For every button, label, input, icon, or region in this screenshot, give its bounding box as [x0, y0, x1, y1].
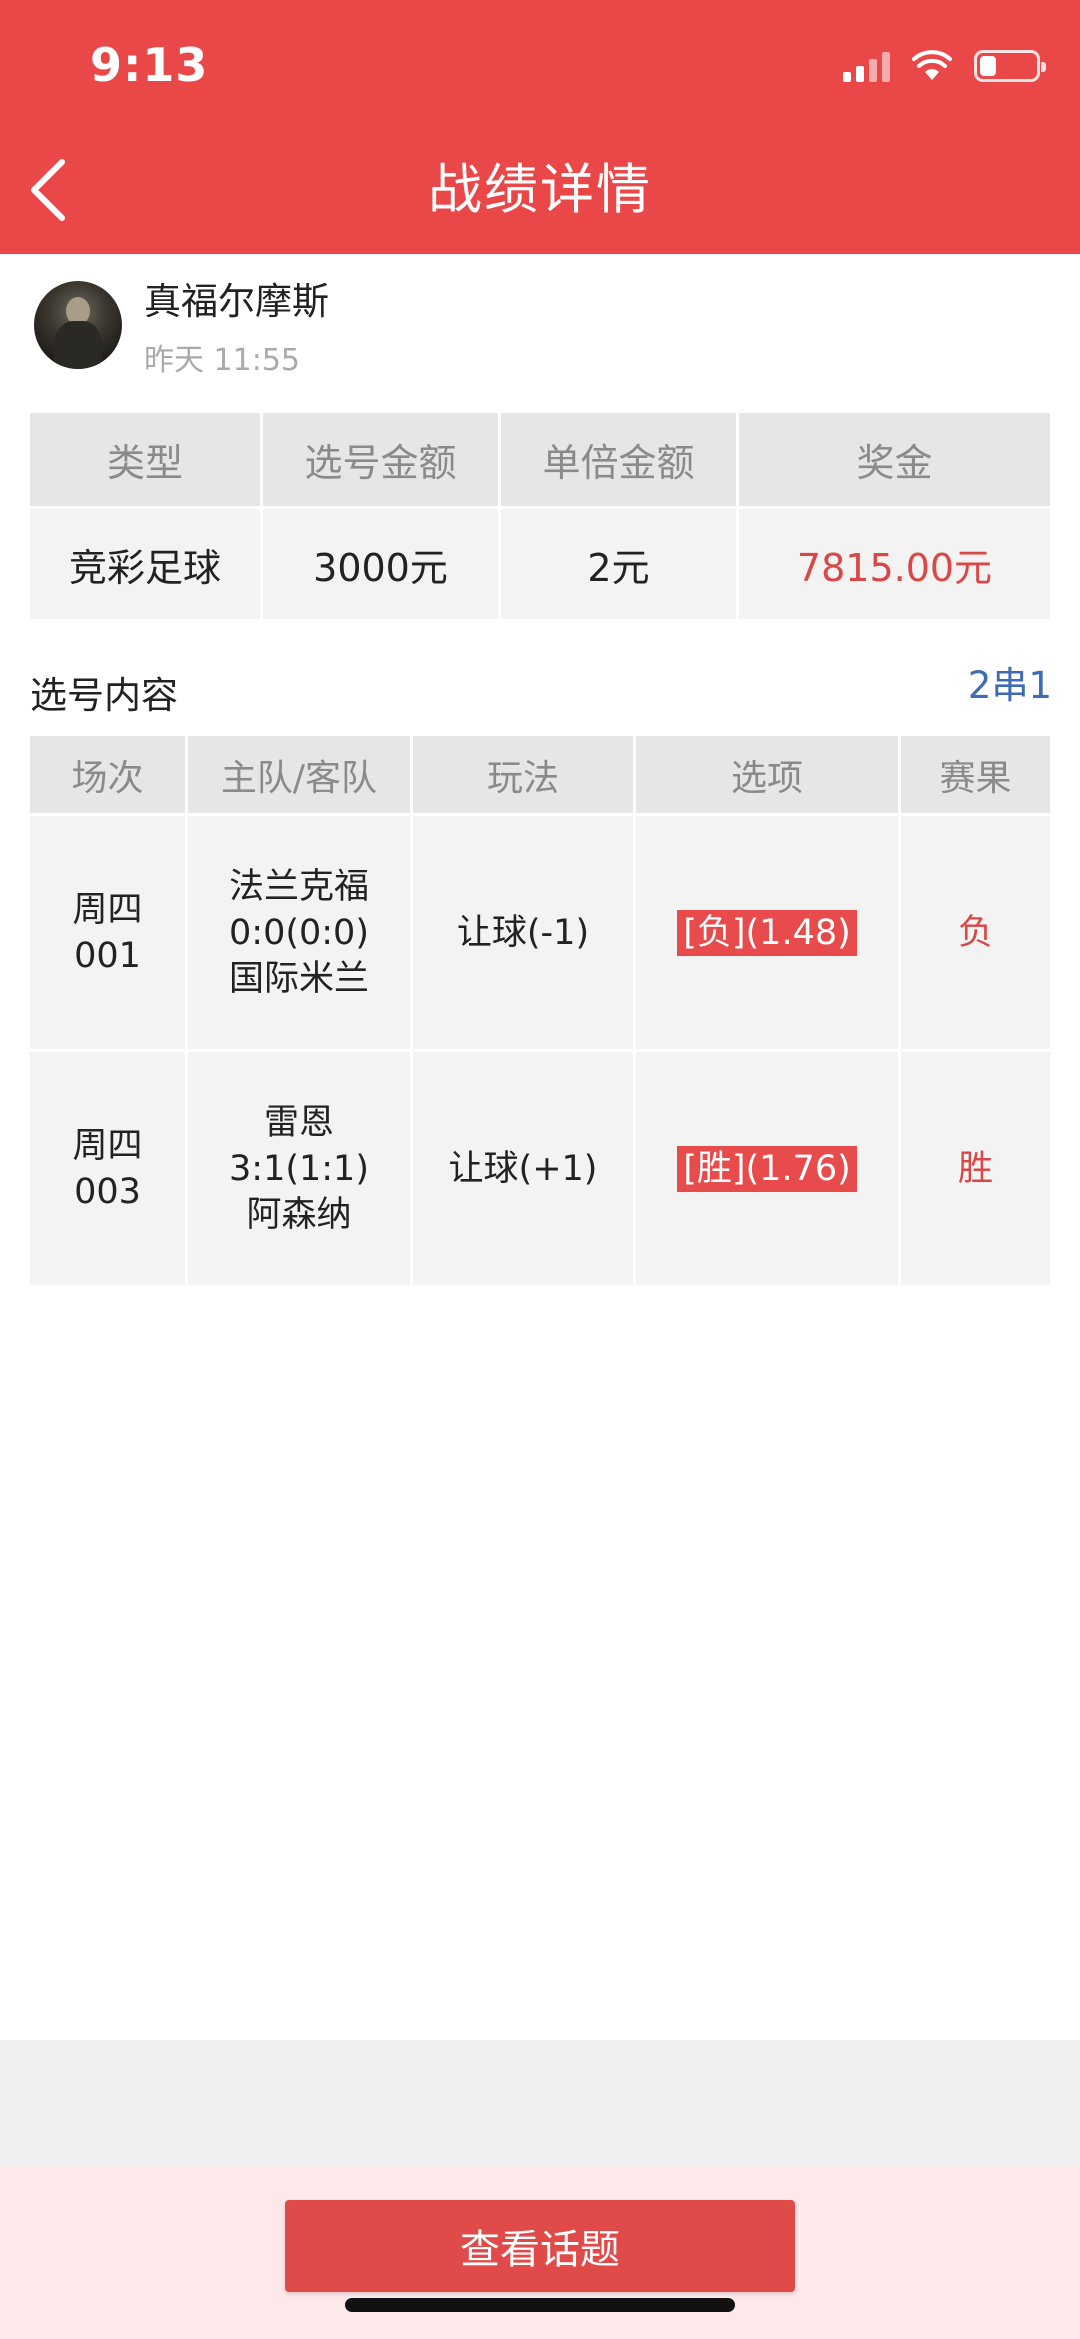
user-info: 真福尔摩斯 昨天 11:55	[34, 280, 329, 378]
series-badge: 2串1	[967, 664, 1052, 707]
value-prize: 7815.00元	[739, 509, 1050, 619]
table-row: 周四 001 法兰克福 0:0(0:0) 国际米兰 让球(-1) [负](1.4…	[30, 816, 1050, 1049]
header-amount: 选号金额	[263, 413, 498, 506]
header-prize: 奖金	[739, 413, 1050, 506]
user-name: 真福尔摩斯	[144, 280, 329, 323]
header-type: 类型	[30, 413, 260, 506]
status-time: 9:13	[90, 38, 209, 92]
match-cell: 周四 003	[30, 1052, 185, 1285]
bottom-gray-band	[0, 2040, 1080, 2165]
score: 0:0(0:0)	[229, 912, 369, 953]
status-icons	[843, 46, 1046, 86]
play-cell: 让球(-1)	[413, 816, 633, 1049]
result-cell: 胜	[901, 1052, 1050, 1285]
battery-icon	[974, 50, 1046, 82]
post-time: 昨天 11:55	[144, 343, 300, 378]
match-day: 周四	[72, 889, 143, 930]
value-amount: 3000元	[263, 509, 498, 619]
page-title: 战绩详情	[428, 158, 652, 221]
selection-header-row: 场次 主队/客队 玩法 选项 赛果	[30, 736, 1050, 813]
home-team: 法兰克福	[228, 866, 369, 907]
teams-cell: 雷恩 3:1(1:1) 阿森纳	[188, 1052, 410, 1285]
header-play: 玩法	[413, 736, 633, 813]
value-type: 竞彩足球	[30, 509, 260, 619]
pick-highlight: [负](1.48)	[677, 909, 857, 956]
summary-table: 类型 选号金额 单倍金额 奖金 竞彩足球 3000元 2元 7815.00元	[27, 410, 1053, 622]
app-header: 9:13 战绩详情	[0, 0, 1080, 254]
view-topic-button[interactable]: 查看话题	[285, 2200, 795, 2292]
match-day: 周四	[72, 1125, 143, 1166]
pick-cell: [负](1.48)	[636, 816, 898, 1049]
section-title: 选号内容	[30, 674, 178, 717]
result-cell: 负	[901, 816, 1050, 1049]
away-team: 国际米兰	[228, 958, 369, 999]
teams-cell: 法兰克福 0:0(0:0) 国际米兰	[188, 816, 410, 1049]
table-row: 周四 003 雷恩 3:1(1:1) 阿森纳 让球(+1) [胜](1.76) …	[30, 1052, 1050, 1285]
away-team: 阿森纳	[246, 1194, 352, 1235]
header-teams: 主队/客队	[188, 736, 410, 813]
pick-highlight: [胜](1.76)	[677, 1145, 857, 1192]
home-indicator	[345, 2298, 735, 2312]
summary-value-row: 竞彩足球 3000元 2元 7815.00元	[30, 509, 1050, 619]
header-unit-amount: 单倍金额	[501, 413, 736, 506]
match-no: 001	[74, 935, 141, 976]
avatar[interactable]	[34, 281, 122, 369]
summary-header-row: 类型 选号金额 单倍金额 奖金	[30, 413, 1050, 506]
signal-icon	[843, 50, 890, 82]
header-match: 场次	[30, 736, 185, 813]
home-team: 雷恩	[263, 1102, 334, 1143]
header-pick: 选项	[636, 736, 898, 813]
wifi-icon	[912, 50, 952, 80]
match-cell: 周四 001	[30, 816, 185, 1049]
match-no: 003	[74, 1171, 141, 1212]
pick-cell: [胜](1.76)	[636, 1052, 898, 1285]
header-result: 赛果	[901, 736, 1050, 813]
play-cell: 让球(+1)	[413, 1052, 633, 1285]
score: 3:1(1:1)	[229, 1148, 369, 1189]
selection-table: 场次 主队/客队 玩法 选项 赛果 周四 001 法兰克福 0:0(0:0) 国…	[27, 733, 1053, 1288]
value-unit-amount: 2元	[501, 509, 736, 619]
